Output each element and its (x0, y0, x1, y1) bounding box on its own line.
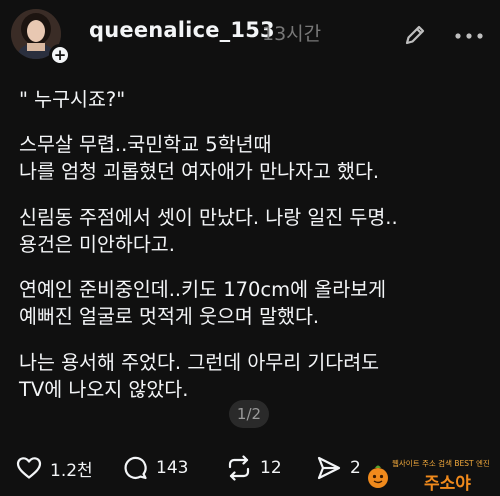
edit-pencil-icon[interactable] (402, 22, 428, 48)
post-header: + queenalice_153 13시간 (0, 0, 500, 70)
post-line: TV에 나오지 않았다. (19, 378, 189, 401)
repost-count: 12 (260, 458, 282, 478)
post-line: " 누구시죠?" (19, 88, 126, 111)
post-line: 나를 엄청 괴롭혔던 여자애가 만나자고 했다. (19, 160, 380, 183)
repost-icon (228, 455, 250, 481)
watermark-tagline: 웹사이트 주소 검색 BEST 엔진 (392, 459, 490, 468)
share-button[interactable]: 2 (316, 454, 361, 482)
post-line: 스무살 무렵..국민학교 5학년때 (19, 133, 272, 156)
post-line: 용건은 미안하다고. (19, 233, 175, 256)
like-count: 1.2천 (50, 460, 93, 481)
comment-count: 143 (156, 458, 189, 478)
post-line: 나는 용서해 주었다. 그런데 아무리 기다려도 (19, 351, 380, 374)
share-count: 2 (350, 458, 361, 478)
watermark-mascot-logo (368, 465, 388, 488)
page-indicator[interactable]: 1/2 (229, 400, 269, 428)
username[interactable]: queenalice_153 (89, 18, 275, 42)
avatar-container[interactable]: + (11, 9, 71, 69)
comment-bubble-icon (124, 456, 147, 480)
watermark-brand: 주소야 (424, 474, 471, 494)
comment-button[interactable]: 143 (122, 454, 188, 482)
send-icon (317, 456, 341, 480)
post-time: 13시간 (262, 23, 322, 45)
follow-plus-button[interactable]: + (49, 44, 71, 66)
post-line: 신림동 주점에서 셋이 만났다. 나랑 일진 두명.. (19, 206, 398, 229)
watermark: 웹사이트 주소 검색 BEST 엔진 주소야 (364, 456, 494, 494)
post-line: 연예인 준비중인데..키도 170cm에 올라보게 (19, 278, 387, 301)
like-button[interactable]: 1.2천 (16, 454, 93, 482)
repost-button[interactable]: 12 (226, 454, 282, 482)
post-line: 예뻐진 얼굴로 멋적게 웃으며 말했다. (19, 305, 320, 328)
more-horizontal-icon[interactable] (455, 33, 483, 39)
heart-icon (16, 457, 42, 479)
